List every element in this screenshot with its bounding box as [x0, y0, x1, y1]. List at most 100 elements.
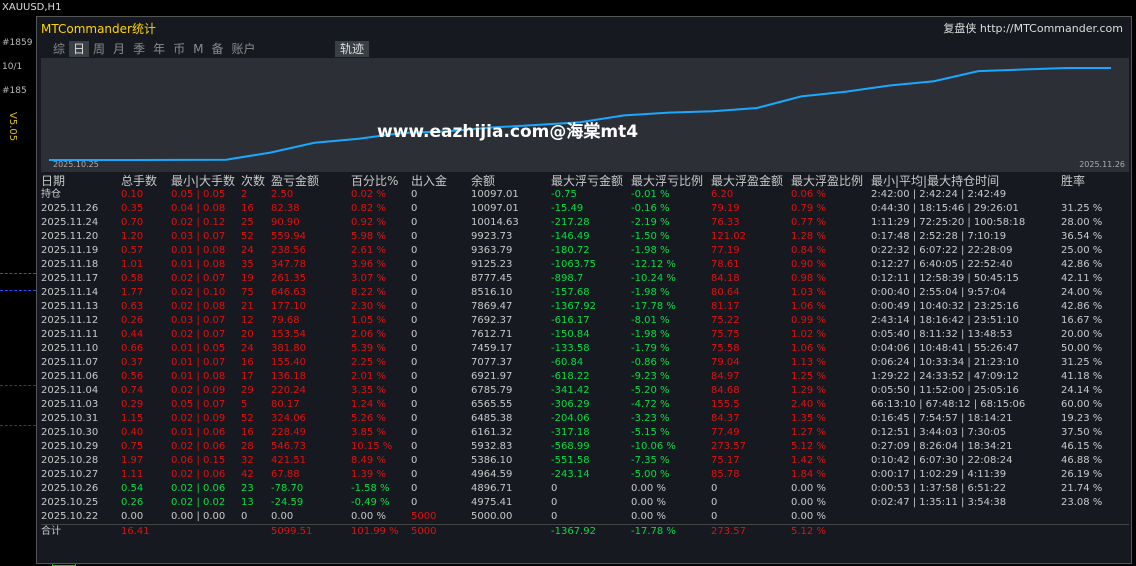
table-row[interactable]: 2025.10.29 0.75 0.02 | 0.06 28 546.73 10.15 %…	[41, 440, 1129, 454]
cell-minmax: 0.02 | 0.09	[171, 413, 226, 424]
cell-win: 60.00 %	[1061, 399, 1103, 410]
table-row[interactable]: 2025.10.27 1.11 0.02 | 0.06 42 67.88 1.39 % 0 4…	[41, 468, 1129, 482]
cell-minmax: 0.01 | 0.06	[171, 427, 226, 438]
cell-time: 0:27:09 | 8:26:04 | 18:34:21	[871, 441, 1013, 452]
cell-win: 46.15 %	[1061, 441, 1103, 452]
tab-magic[interactable]: M	[189, 41, 207, 57]
cell-count	[241, 524, 271, 539]
cell-date: 2025.11.03	[41, 399, 99, 410]
cell-mfp: 80.64	[711, 287, 740, 298]
cell-lots: 0.44	[121, 329, 144, 340]
table-row[interactable]: 2025.10.28 1.97 0.06 | 0.15 32 421.51 8.49 % 0…	[41, 454, 1129, 468]
cell-time: 2:42:00 | 2:42:24 | 2:42:49	[871, 189, 1007, 200]
cell-mfp: 273.57	[711, 441, 746, 452]
cell-mfp: 155.5	[711, 399, 740, 410]
cell-pct: 8.49 %	[351, 455, 386, 466]
cell-date: 2025.11.19	[41, 245, 99, 256]
equity-curve-svg	[49, 67, 1111, 161]
table-row[interactable]: 2025.10.22 0.00 0.00 | 0.00 0 0.00 0.00 % 5000…	[41, 510, 1129, 525]
column-header: 总手数	[121, 174, 158, 188]
cell-win: 26.19 %	[1061, 469, 1103, 480]
cell-mfl: -60.84	[551, 357, 584, 368]
table-row[interactable]: 2025.10.31 1.15 0.02 | 0.09 52 324.06 5.26 % 0…	[41, 412, 1129, 426]
tab-month[interactable]: 月	[109, 41, 129, 57]
cell-time: 0:00:53 | 1:37:58 | 6:51:22	[871, 483, 1007, 494]
cell-io: 0	[411, 343, 418, 354]
chart-order-label-1: #1859	[2, 38, 33, 48]
tab-note[interactable]: 备	[207, 41, 227, 57]
cell-time: 0:00:17 | 1:02:29 | 4:11:39	[871, 469, 1007, 480]
table-row[interactable]: 2025.11.19 0.57 0.01 | 0.08 24 238.56 2.61 % 0…	[41, 244, 1129, 258]
cell-minmax: 0.02 | 0.06	[171, 483, 226, 494]
table-row[interactable]: 2025.11.26 0.35 0.04 | 0.08 16 82.38 0.82 % 0 1…	[41, 202, 1129, 216]
table-row[interactable]: 2025.10.25 0.26 0.02 | 0.02 13 -24.59 -0.49 %…	[41, 496, 1129, 510]
cell-count: 12	[241, 315, 254, 326]
cell-date: 2025.11.17	[41, 273, 99, 284]
table-row[interactable]: 2025.11.03 0.29 0.05 | 0.07 5 80.17 1.24 % 0 65…	[41, 398, 1129, 412]
table-row[interactable]: 2025.11.04 0.74 0.02 | 0.09 29 220.24 3.35 % 0…	[41, 384, 1129, 398]
cell-lots: 0.54	[121, 483, 144, 494]
tab-summary[interactable]: 综	[49, 41, 69, 57]
cell-date: 合计	[41, 524, 121, 539]
cell-mfl: -15.49	[551, 203, 584, 214]
tab-currency[interactable]: 币	[169, 41, 189, 57]
cell-mfp: 85.78	[711, 469, 740, 480]
table-row[interactable]: 2025.11.11 0.44 0.02 | 0.07 20 153.54 2.06 % 0…	[41, 328, 1129, 342]
tab-account[interactable]: 账户	[227, 41, 259, 57]
cell-minmax	[171, 524, 241, 539]
table-row[interactable]: 2025.10.30 0.40 0.01 | 0.06 16 228.49 3.85 % 0…	[41, 426, 1129, 440]
cell-mflp: -5.15 %	[631, 427, 670, 438]
table-row[interactable]: 2025.11.13 0.63 0.02 | 0.08 21 177.10 2.30 % 0…	[41, 300, 1129, 314]
cell-count: 23	[241, 483, 254, 494]
column-header: 胜率	[1061, 174, 1086, 188]
cell-mfpp: 1.29 %	[791, 385, 826, 396]
cell-mfl: -551.58	[551, 455, 590, 466]
cell-mfpp: 0.84 %	[791, 245, 826, 256]
cell-time	[871, 510, 1061, 525]
cell-time: 1:11:29 | 72:25:20 | 100:58:18	[871, 217, 1026, 228]
period-tabs: 综 日 周 月 季 年 币 M 备 账户	[49, 41, 260, 57]
table-row[interactable]: 2025.11.06 0.56 0.01 | 0.08 17 136.18 2.01 % 0…	[41, 370, 1129, 384]
cell-pct: 2.01 %	[351, 371, 386, 382]
cell-mfp: 79.19	[711, 203, 740, 214]
tab-day[interactable]: 日	[69, 41, 90, 57]
tab-year[interactable]: 年	[149, 41, 169, 57]
cell-bal: 8516.10	[471, 287, 513, 298]
tab-week[interactable]: 周	[89, 41, 109, 57]
cell-win: 50.00 %	[1061, 343, 1103, 354]
cell-mfp: 84.18	[711, 273, 740, 284]
cell-mfp: 273.57	[711, 524, 791, 539]
cell-lots: 1.01	[121, 259, 144, 270]
website-link[interactable]: 复盘侠 http://MTCommander.com	[943, 20, 1123, 36]
cell-mfl: -150.84	[551, 329, 590, 340]
cell-io: 0	[411, 203, 418, 214]
cell-mflp: -10.06 %	[631, 441, 676, 452]
table-row[interactable]: 2025.11.24 0.70 0.02 | 0.12 25 90.90 0.92 % 0 1…	[41, 216, 1129, 230]
table-row[interactable]: 2025.11.20 1.20 0.03 | 0.07 52 559.94 5.98 % 0…	[41, 230, 1129, 244]
track-button[interactable]: 轨迹	[335, 41, 370, 57]
cell-mfp: 76.33	[711, 217, 740, 228]
cell-bal: 10097.01	[471, 203, 519, 214]
table-row[interactable]: 2025.11.10 0.66 0.01 | 0.05 24 381.80 5.39 % 0…	[41, 342, 1129, 356]
tab-quarter[interactable]: 季	[129, 41, 149, 57]
table-row[interactable]: 2025.11.07 0.37 0.01 | 0.07 16 155.40 2.25 % 0…	[41, 356, 1129, 370]
cell-mflp: -4.72 %	[631, 399, 670, 410]
table-row[interactable]: 2025.11.17 0.58 0.02 | 0.07 19 261.35 3.07 % 0…	[41, 272, 1129, 286]
cell-io: 0	[411, 497, 418, 508]
cell-mflp: -0.01 %	[631, 189, 670, 200]
cell-win: 23.08 %	[1061, 497, 1103, 508]
table-row[interactable]: 2025.10.26 0.54 0.02 | 0.06 23 -78.70 -1.58 %…	[41, 482, 1129, 496]
cell-minmax: 0.04 | 0.08	[171, 203, 226, 214]
cell-io: 0	[411, 315, 418, 326]
chart-symbol-title: XAUUSD,H1	[2, 2, 62, 13]
cell-mfp: 0	[711, 497, 718, 508]
cell-minmax: 0.01 | 0.08	[171, 371, 226, 382]
table-row[interactable]: 2025.11.18 1.01 0.01 | 0.08 35 347.78 3.96 % 0…	[41, 258, 1129, 272]
table-row[interactable]: 2025.11.12 0.26 0.03 | 0.07 12 79.68 1.05 % 0 7…	[41, 314, 1129, 328]
cell-pnl: 153.54	[271, 329, 306, 340]
cell-mflp: -8.01 %	[631, 315, 670, 326]
table-row[interactable]: 2025.11.14 1.77 0.02 | 0.10 75 646.63 8.22 % 0…	[41, 286, 1129, 300]
cell-win: 42.86 %	[1061, 301, 1103, 312]
chart-level-line	[0, 290, 36, 291]
cell-bal: 7869.47	[471, 301, 513, 312]
